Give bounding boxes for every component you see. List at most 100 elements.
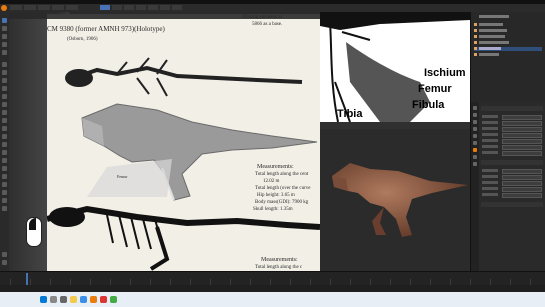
property-field[interactable]: [502, 133, 542, 138]
property-field[interactable]: [502, 127, 542, 132]
outliner-item[interactable]: [474, 35, 542, 39]
menu-edit[interactable]: [24, 5, 36, 10]
outliner-item-label: [479, 23, 503, 26]
property-row[interactable]: [482, 139, 542, 144]
app-icon[interactable]: [100, 296, 107, 303]
citation-text: (Osborn, 1906): [67, 37, 98, 42]
workspace-tab-animation[interactable]: [172, 5, 182, 10]
app-icon[interactable]: [110, 296, 117, 303]
property-field[interactable]: [502, 181, 542, 186]
brush-tool-icon[interactable]: [2, 206, 7, 211]
menu-help[interactable]: [66, 5, 78, 10]
menu-window[interactable]: [52, 5, 64, 10]
property-field[interactable]: [502, 145, 542, 150]
brush-tool-icon[interactable]: [2, 102, 7, 107]
property-row[interactable]: [482, 193, 542, 198]
browser-icon[interactable]: [80, 296, 87, 303]
brush-tool-icon[interactable]: [2, 174, 7, 179]
brush-tool-icon[interactable]: [2, 150, 7, 155]
tool-tab-icon[interactable]: [473, 106, 477, 110]
modifier-tab-icon[interactable]: [473, 155, 477, 159]
outliner-item[interactable]: [474, 29, 542, 33]
property-row[interactable]: [482, 121, 542, 126]
workspace-tab-uv[interactable]: [136, 5, 146, 10]
property-field[interactable]: [502, 139, 542, 144]
workspace-tab-texture[interactable]: [148, 5, 158, 10]
object-tab-icon[interactable]: [473, 148, 477, 152]
property-label: [482, 127, 498, 130]
property-row[interactable]: [482, 151, 542, 156]
property-field[interactable]: [502, 169, 542, 174]
property-field[interactable]: [502, 121, 542, 126]
brush-tool-icon[interactable]: [2, 182, 7, 187]
property-field[interactable]: [502, 187, 542, 192]
property-field[interactable]: [502, 115, 542, 120]
property-row[interactable]: [482, 187, 542, 192]
timeline-playhead[interactable]: [26, 273, 28, 285]
rotate-tool-icon[interactable]: [2, 42, 7, 47]
select-tool-icon[interactable]: [2, 18, 7, 23]
brush-tool-icon[interactable]: [2, 198, 7, 203]
brush-tool-icon[interactable]: [2, 142, 7, 147]
face-sets-tool-icon[interactable]: [2, 260, 7, 265]
workspace-tab-sculpting[interactable]: [124, 5, 134, 10]
scale-tool-icon[interactable]: [2, 50, 7, 55]
mask-tool-icon[interactable]: [2, 252, 7, 257]
workspace-tab-modeling[interactable]: [112, 5, 122, 10]
property-row[interactable]: [482, 133, 542, 138]
property-row[interactable]: [482, 127, 542, 132]
properties-section-header[interactable]: [481, 106, 543, 111]
cursor-tool-icon[interactable]: [2, 26, 7, 31]
brush-tool-icon[interactable]: [2, 158, 7, 163]
property-field[interactable]: [502, 175, 542, 180]
property-row[interactable]: [482, 115, 542, 120]
brush-tool-icon[interactable]: [2, 86, 7, 91]
menu-render[interactable]: [38, 5, 50, 10]
brush-tool-icon[interactable]: [2, 94, 7, 99]
start-button-icon[interactable]: [40, 296, 47, 303]
collection-icon: [474, 23, 477, 26]
brush-tool-icon[interactable]: [2, 62, 7, 67]
brush-tool-icon[interactable]: [2, 110, 7, 115]
blender-logo-icon[interactable]: [1, 5, 7, 11]
label-ischium: Ischium: [424, 67, 466, 79]
brush-tool-icon[interactable]: [2, 190, 7, 195]
property-row[interactable]: [482, 169, 542, 174]
3d-viewport[interactable]: CM 9380 (former AMNH 973)(Holotype) (Osb…: [9, 12, 320, 271]
scene-tab-icon[interactable]: [473, 134, 477, 138]
outliner-item[interactable]: [474, 41, 542, 45]
render-preview-viewport[interactable]: [320, 122, 470, 271]
properties-section-header[interactable]: [481, 202, 543, 207]
property-field[interactable]: [502, 193, 542, 198]
workspace-tab-shading[interactable]: [160, 5, 170, 10]
output-tab-icon[interactable]: [473, 120, 477, 124]
workspace-tab-layout[interactable]: [100, 5, 110, 10]
material-tab-icon[interactable]: [473, 162, 477, 166]
outliner-item[interactable]: [474, 23, 542, 27]
brush-tool-icon[interactable]: [2, 134, 7, 139]
left-mouse-button-indicator: [29, 218, 36, 230]
timeline-panel[interactable]: [0, 271, 545, 286]
world-tab-icon[interactable]: [473, 141, 477, 145]
outliner-item-label: [479, 53, 499, 56]
brush-tool-icon[interactable]: [2, 166, 7, 171]
brush-tool-icon[interactable]: [2, 78, 7, 83]
file-explorer-icon[interactable]: [70, 296, 77, 303]
property-row[interactable]: [482, 145, 542, 150]
brush-tool-icon[interactable]: [2, 118, 7, 123]
outliner-item[interactable]: [474, 53, 542, 57]
brush-tool-icon[interactable]: [2, 126, 7, 131]
menu-file[interactable]: [10, 5, 22, 10]
properties-section-header[interactable]: [481, 160, 543, 165]
outliner-item-selected[interactable]: [474, 47, 542, 51]
view-layer-tab-icon[interactable]: [473, 127, 477, 131]
blender-taskbar-icon[interactable]: [90, 296, 97, 303]
property-field[interactable]: [502, 151, 542, 156]
brush-tool-icon[interactable]: [2, 70, 7, 75]
property-row[interactable]: [482, 181, 542, 186]
move-tool-icon[interactable]: [2, 34, 7, 39]
render-tab-icon[interactable]: [473, 113, 477, 117]
search-icon[interactable]: [50, 296, 57, 303]
task-view-icon[interactable]: [60, 296, 67, 303]
property-row[interactable]: [482, 175, 542, 180]
